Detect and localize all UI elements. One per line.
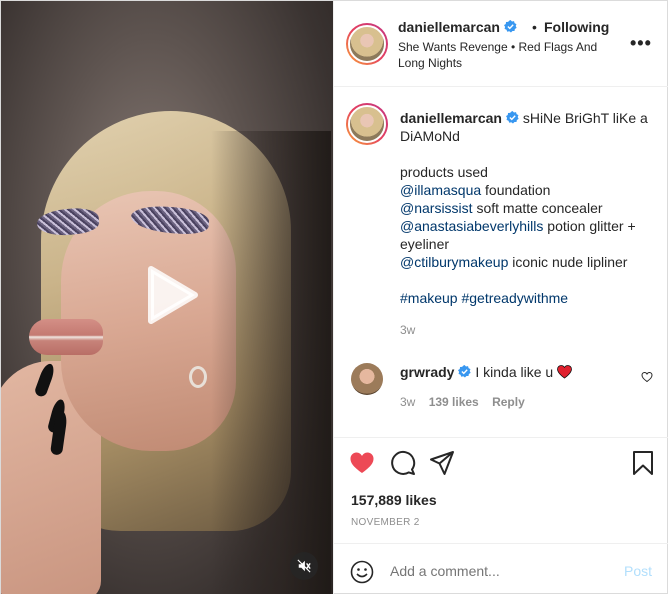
following-button[interactable]: Following: [544, 19, 609, 35]
add-comment-bar: Post: [334, 543, 668, 594]
post-header: daniellemarcan • Following She Wants Rev…: [334, 1, 668, 87]
caption-timestamp[interactable]: 3w: [400, 323, 415, 337]
hashtag-link[interactable]: #makeup: [400, 290, 458, 306]
emoji-smile-icon[interactable]: [350, 560, 374, 584]
verified-badge-icon: [505, 111, 519, 124]
caption-line: @ctilburymakeup iconic nude lipliner: [400, 254, 628, 270]
avatar[interactable]: [346, 103, 388, 145]
video-frame-shadow: [211, 131, 331, 594]
verified-badge-icon: [503, 20, 517, 33]
speaker-muted-icon: [297, 559, 311, 573]
caption-text: daniellemarcan sHiNe BriGhT liKe a DiAMo…: [400, 109, 655, 307]
likes-count[interactable]: 157,889 likes: [351, 492, 437, 508]
comment-username[interactable]: grwrady: [400, 364, 454, 380]
post-side-panel: daniellemarcan • Following She Wants Rev…: [333, 1, 668, 594]
caption-line: @illamasqua foundation: [400, 182, 551, 198]
mention-link[interactable]: @ctilburymakeup: [400, 254, 508, 270]
mention-link[interactable]: @illamasqua: [400, 182, 481, 198]
separator-dot: •: [532, 19, 537, 35]
avatar[interactable]: [346, 23, 388, 65]
mute-button[interactable]: [290, 552, 318, 580]
like-heart-icon[interactable]: [349, 450, 375, 476]
caption-tags: #makeup #getreadywithme: [400, 289, 655, 307]
mention-link[interactable]: @anastasiabeverlyhills: [400, 218, 543, 234]
video-frame-earring: [189, 366, 207, 388]
mention-link[interactable]: @narsissist: [400, 200, 473, 216]
comment-input[interactable]: [390, 563, 610, 579]
post-date[interactable]: NOVEMBER 2: [351, 517, 420, 528]
caption-line: @anastasiabeverlyhills potion glitter + …: [400, 218, 636, 252]
verified-badge-icon: [458, 365, 472, 378]
header-username[interactable]: daniellemarcan: [398, 19, 517, 35]
comment-bubble-icon[interactable]: [390, 450, 416, 476]
post-dialog: daniellemarcan • Following She Wants Rev…: [0, 0, 668, 594]
comment-like-heart-icon[interactable]: [641, 371, 653, 383]
share-paper-plane-icon[interactable]: [429, 450, 455, 476]
reply-button[interactable]: Reply: [492, 395, 525, 409]
play-icon[interactable]: [137, 263, 201, 327]
video-player[interactable]: [1, 1, 333, 594]
comment-meta: 3w 139 likes Reply: [400, 395, 525, 409]
caption-username[interactable]: daniellemarcan: [400, 110, 502, 126]
hashtag-link[interactable]: #getreadywithme: [461, 290, 568, 306]
comment-likes-link[interactable]: 139 likes: [429, 395, 479, 409]
action-bar: 157,889 likes NOVEMBER 2: [334, 437, 668, 541]
post-comment-button[interactable]: Post: [624, 563, 652, 579]
comment-item: grwrady I kinda like u 3w 139 likes Repl…: [334, 355, 668, 425]
caption-line: products used: [400, 164, 488, 180]
comment-text: I kinda like u: [475, 364, 554, 380]
red-heart-emoji-icon: [557, 365, 573, 379]
caption-line: @narsissist soft matte concealer: [400, 200, 603, 216]
avatar[interactable]: [351, 363, 383, 395]
video-frame-lips: [29, 319, 103, 355]
comment-timestamp[interactable]: 3w: [400, 395, 415, 409]
comment-body: grwrady I kinda like u: [400, 363, 573, 381]
more-options-icon[interactable]: •••: [630, 33, 652, 54]
save-bookmark-icon[interactable]: [630, 450, 656, 476]
audio-track-link[interactable]: She Wants Revenge • Red Flags And Long N…: [398, 39, 613, 71]
